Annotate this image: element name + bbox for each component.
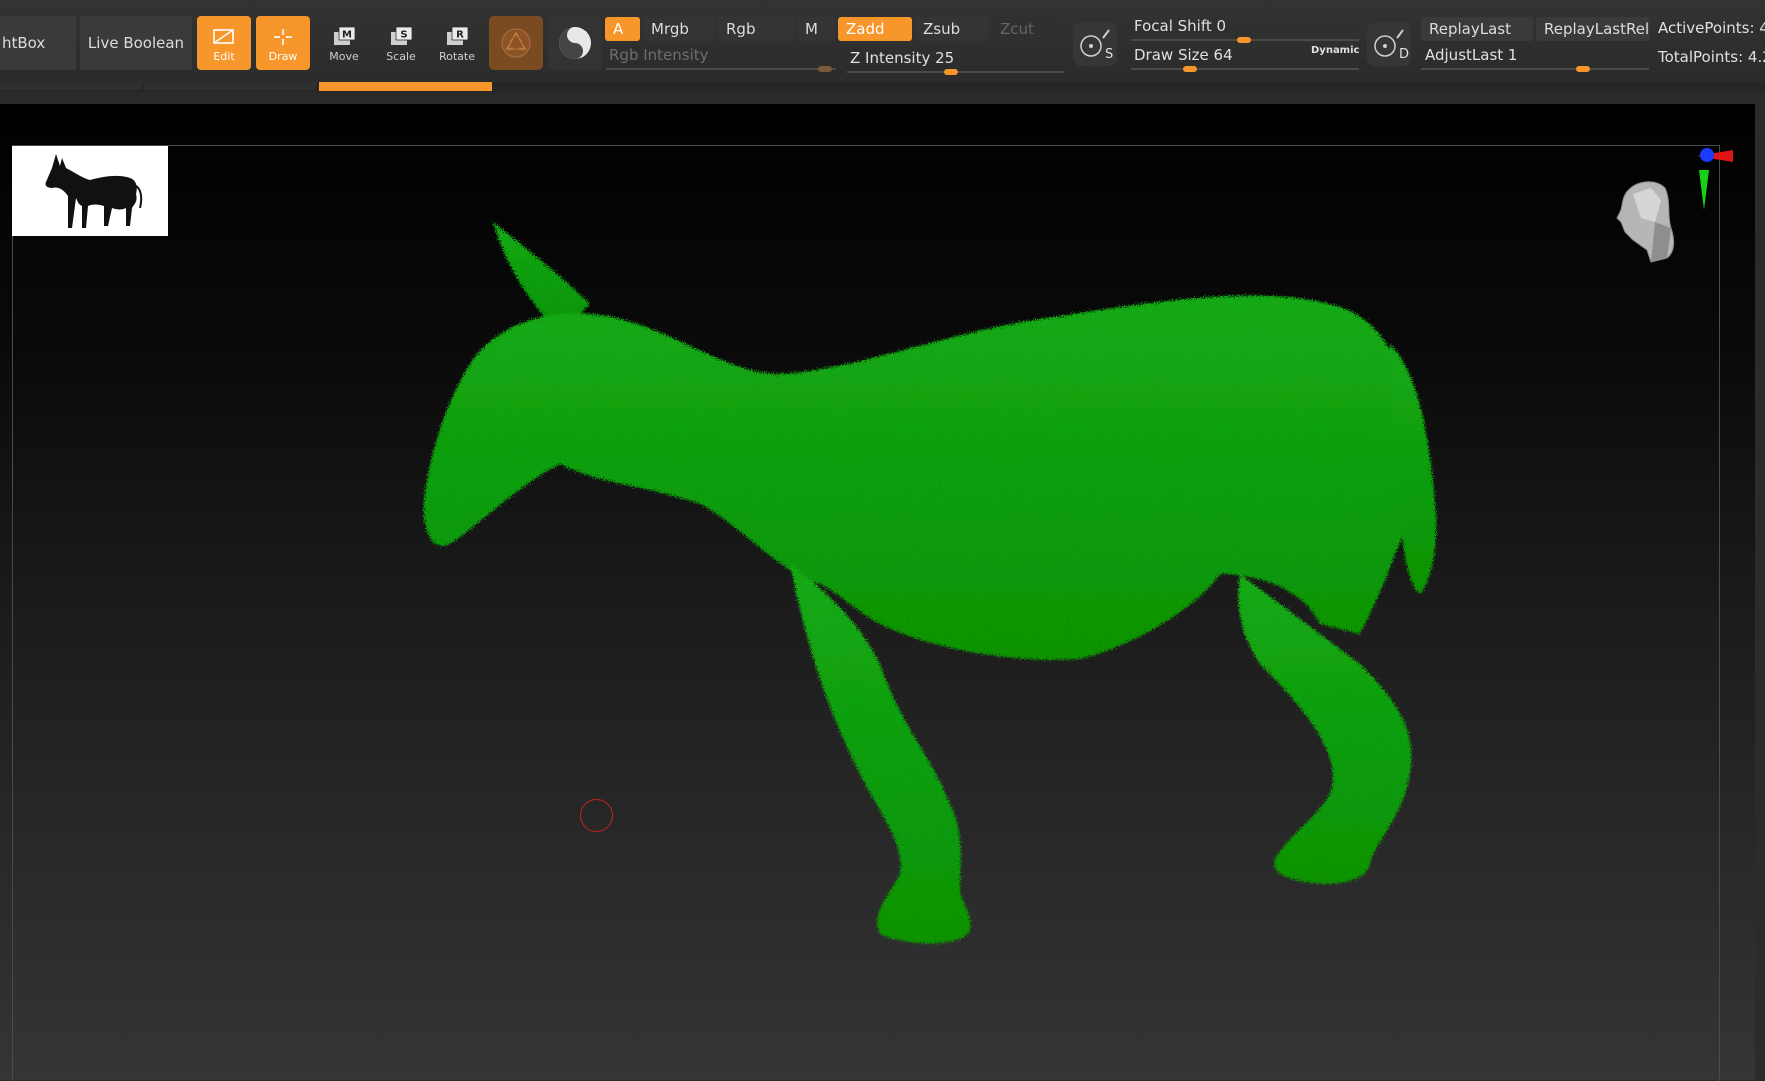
adjust-last-label: AdjustLast 1 [1425, 46, 1517, 64]
scale-tool-button[interactable]: S Scale [374, 16, 428, 70]
rotate-tool-button[interactable]: R Rotate [430, 16, 484, 70]
material-button[interactable] [489, 16, 543, 70]
mode-zsub-button[interactable]: Zsub [915, 17, 989, 41]
rotate-tool-label: Rotate [438, 50, 475, 63]
live-boolean-button[interactable]: Live Boolean [80, 16, 192, 70]
adjust-last-value: 1 [1507, 46, 1518, 64]
z-intensity-name: Z Intensity [850, 49, 931, 67]
draw-tool-button[interactable]: Draw [256, 16, 310, 70]
mode-zadd-button[interactable]: Zadd [838, 17, 912, 41]
active-points-readout: ActivePoints: 4.2 [1658, 19, 1765, 37]
focal-shift-label: Focal Shift 0 [1134, 17, 1226, 35]
sculpt-mesh[interactable] [0, 104, 1755, 1080]
edit-tool-button[interactable]: Edit [197, 16, 251, 70]
z-intensity-knob[interactable] [944, 69, 958, 75]
replay-last-button[interactable]: ReplayLast [1421, 17, 1533, 41]
stroke-s-letter: S [1105, 47, 1113, 62]
focal-shift-value: 0 [1216, 17, 1227, 35]
edit-tool-label: Edit [213, 50, 235, 63]
head-navigation-gizmo[interactable] [1585, 148, 1735, 298]
focal-shift-name: Focal Shift [1134, 17, 1212, 35]
matcap-button[interactable] [548, 16, 602, 70]
edit-icon [213, 29, 234, 44]
tab-active-indicator[interactable] [319, 82, 492, 91]
svg-text:R: R [456, 30, 464, 41]
rotate-icon: R [447, 26, 469, 45]
scale-icon: S [391, 26, 413, 45]
scale-tool-label: Scale [386, 50, 416, 63]
z-intensity-label: Z Intensity 25 [850, 49, 954, 67]
mode-zcut-button[interactable]: Zcut [992, 17, 1062, 41]
adjust-last-knob[interactable] [1576, 66, 1590, 72]
draw-tool-label: Draw [268, 50, 298, 63]
tab-strip [0, 82, 1765, 92]
axis-y-green [1699, 170, 1709, 210]
focal-shift-knob[interactable] [1237, 37, 1251, 43]
stroke-d-icon: D [1374, 29, 1409, 62]
material-sphere-icon [501, 28, 531, 58]
dynamic-toggle[interactable]: Dynamic [1311, 45, 1359, 56]
matcap-sphere-icon [559, 27, 591, 59]
stroke-d-letter: D [1399, 47, 1409, 62]
mode-m-button[interactable]: M [797, 17, 835, 41]
move-tool-button[interactable]: M Move [317, 16, 371, 70]
draw-size-knob[interactable] [1183, 66, 1197, 72]
brush-cursor-icon [580, 799, 613, 832]
svg-text:S: S [400, 30, 407, 41]
draw-size-label: Draw Size 64 [1134, 46, 1233, 64]
mode-a-button[interactable]: A [605, 17, 640, 41]
axis-gizmo-icon[interactable] [1697, 148, 1733, 210]
rgb-intensity-label: Rgb Intensity [609, 46, 709, 64]
draw-size-value: 64 [1213, 46, 1233, 64]
mode-rgb-button[interactable]: Rgb [718, 17, 794, 41]
mesh-tail [1390, 344, 1437, 594]
move-icon: M [334, 26, 356, 45]
draw-icon [274, 29, 292, 45]
z-intensity-value: 25 [935, 49, 955, 67]
rgb-intensity-slider[interactable] [606, 68, 836, 70]
move-tool-label: Move [329, 50, 359, 63]
tab-segment[interactable] [144, 82, 316, 90]
stroke-s-button[interactable]: S [1073, 22, 1117, 66]
rgb-intensity-knob[interactable] [818, 66, 832, 72]
mode-mrgb-button[interactable]: Mrgb [643, 17, 715, 41]
head-navigation-icon [1616, 181, 1675, 263]
adjust-last-slider[interactable] [1421, 68, 1649, 70]
replay-last-rel-button[interactable]: ReplayLastRel [1536, 17, 1650, 41]
draw-size-slider[interactable] [1131, 68, 1359, 70]
axis-z-blue [1700, 148, 1714, 162]
adjust-last-name: AdjustLast [1425, 46, 1504, 64]
tab-segment[interactable] [0, 82, 142, 90]
lightbox-button[interactable]: htBox [0, 16, 76, 70]
svg-text:M: M [342, 30, 352, 41]
stroke-d-button[interactable]: D [1367, 22, 1411, 66]
stroke-s-icon: S [1080, 29, 1113, 62]
draw-size-name: Draw Size [1134, 46, 1209, 64]
total-points-readout: TotalPoints: 4.27 [1658, 48, 1765, 66]
